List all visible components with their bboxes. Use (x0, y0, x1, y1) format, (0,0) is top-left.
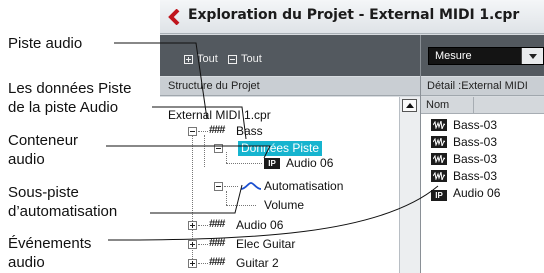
callout-track-data-line2: de la piste Audio (8, 99, 119, 116)
column-header-name[interactable]: Nom (421, 97, 544, 114)
tree-connector (226, 163, 262, 164)
tree-item-audio06-part[interactable]: Audio 06 (286, 155, 333, 172)
time-format-value: Mesure (435, 50, 472, 62)
project-structure-tree: External MIDI 1.cpr ### Bass Données Pis… (160, 97, 399, 273)
collapse-all-label: Tout (241, 53, 262, 65)
tree-root[interactable]: External MIDI 1.cpr (168, 107, 271, 124)
expand-icon (184, 54, 193, 64)
list-item-label: Bass-03 (453, 152, 498, 166)
detail-header: Détail :External MIDI (421, 77, 544, 96)
project-browser-window: Exploration du Projet - External MIDI 1.… (160, 0, 544, 273)
window-title: Exploration du Projet - External MIDI 1.… (188, 7, 520, 23)
callout-automation-subtrack-line1: Sous-piste (8, 184, 79, 201)
audio-part-icon: IP (264, 158, 280, 169)
tree-item-track-data[interactable]: Données Piste (238, 141, 323, 156)
list-item-label: Bass-03 (453, 169, 498, 183)
list-item-label: Audio 06 (453, 186, 501, 200)
callout-audio-track: Piste audio (8, 34, 82, 53)
list-item[interactable]: Bass-03 (431, 134, 497, 150)
tree-connector (226, 205, 256, 206)
tree-connector (198, 131, 208, 132)
time-format-select[interactable]: Mesure (428, 47, 544, 65)
audio-part-icon: IP (431, 190, 447, 201)
callout-audio-events: Événements audio (8, 234, 91, 272)
midi-track-icon: ### (209, 124, 225, 136)
tree-connector (198, 263, 208, 264)
tree-item-volume[interactable]: Volume (264, 197, 304, 214)
expand-all-label: Tout (197, 53, 218, 65)
callout-track-data-line1: Les données Piste (8, 80, 132, 97)
chevron-down-icon[interactable] (521, 48, 543, 64)
tree-connector (198, 244, 208, 245)
callout-audio-events-line1: Événements (8, 235, 92, 252)
audio-event-icon (431, 136, 447, 148)
collapse-all-button[interactable]: Tout (228, 52, 262, 66)
cubase-logo-icon (168, 9, 180, 25)
scroll-up-icon[interactable] (402, 99, 417, 112)
audio-event-icon (431, 153, 447, 165)
tree-expand-icon[interactable] (188, 240, 197, 249)
tree-guide-line (226, 191, 227, 205)
callout-audio-events-line2: audio (8, 254, 45, 271)
callout-audio-container: Conteneur audio (8, 131, 78, 169)
tree-expand-icon[interactable] (188, 221, 197, 230)
callout-automation-subtrack: Sous-piste d’automatisation (8, 183, 117, 221)
list-item-label: Bass-03 (453, 135, 498, 149)
list-item[interactable]: Bass-03 (431, 168, 497, 184)
automation-icon (240, 182, 262, 190)
tree-scrollbar[interactable] (399, 97, 420, 273)
audio-event-icon (431, 170, 447, 182)
audio-track-icon: ### (209, 237, 225, 249)
callout-automation-subtrack-line2: d’automatisation (8, 203, 118, 220)
expand-all-button[interactable]: Tout (184, 52, 218, 66)
list-item[interactable]: Bass-03 (431, 117, 497, 133)
detail-list: Nom Bass-03 Bass-03 Bass-03 Bass-03 IP Au… (421, 97, 544, 273)
callout-audio-track-text: Piste audio (8, 35, 83, 52)
tree-item-bass[interactable]: Bass (236, 123, 263, 140)
tree-connector (224, 186, 238, 187)
tree-item-elec-guitar[interactable]: Elec Guitar (236, 236, 295, 253)
list-item-label: Bass-03 (453, 118, 498, 132)
collapse-icon (228, 54, 237, 64)
callout-track-data: Les données Piste de la piste Audio (8, 79, 131, 117)
tree-guide-line (226, 152, 227, 163)
title-bar[interactable]: Exploration du Projet - External MIDI 1.… (160, 0, 544, 34)
tree-item-audio06-track[interactable]: Audio 06 (236, 217, 283, 234)
list-item[interactable]: IP Audio 06 (431, 185, 500, 201)
callout-audio-container-line1: Conteneur (8, 132, 79, 149)
tree-collapse-icon[interactable] (188, 127, 197, 136)
tree-guide-line (204, 135, 205, 167)
tree-expand-icon[interactable] (188, 259, 197, 268)
audio-track-icon: ### (209, 256, 225, 268)
structure-header: Structure du Projet (160, 77, 420, 96)
audio-event-icon (431, 119, 447, 131)
tree-item-automation[interactable]: Automatisation (264, 178, 343, 195)
tree-item-guitar2[interactable]: Guitar 2 (236, 255, 279, 272)
callout-audio-container-line2: audio (8, 151, 45, 168)
tree-connector (198, 225, 208, 226)
tree-collapse-icon[interactable] (214, 182, 223, 191)
list-item[interactable]: Bass-03 (431, 151, 497, 167)
audio-track-icon: ### (209, 218, 225, 230)
tree-collapse-icon[interactable] (214, 144, 223, 153)
